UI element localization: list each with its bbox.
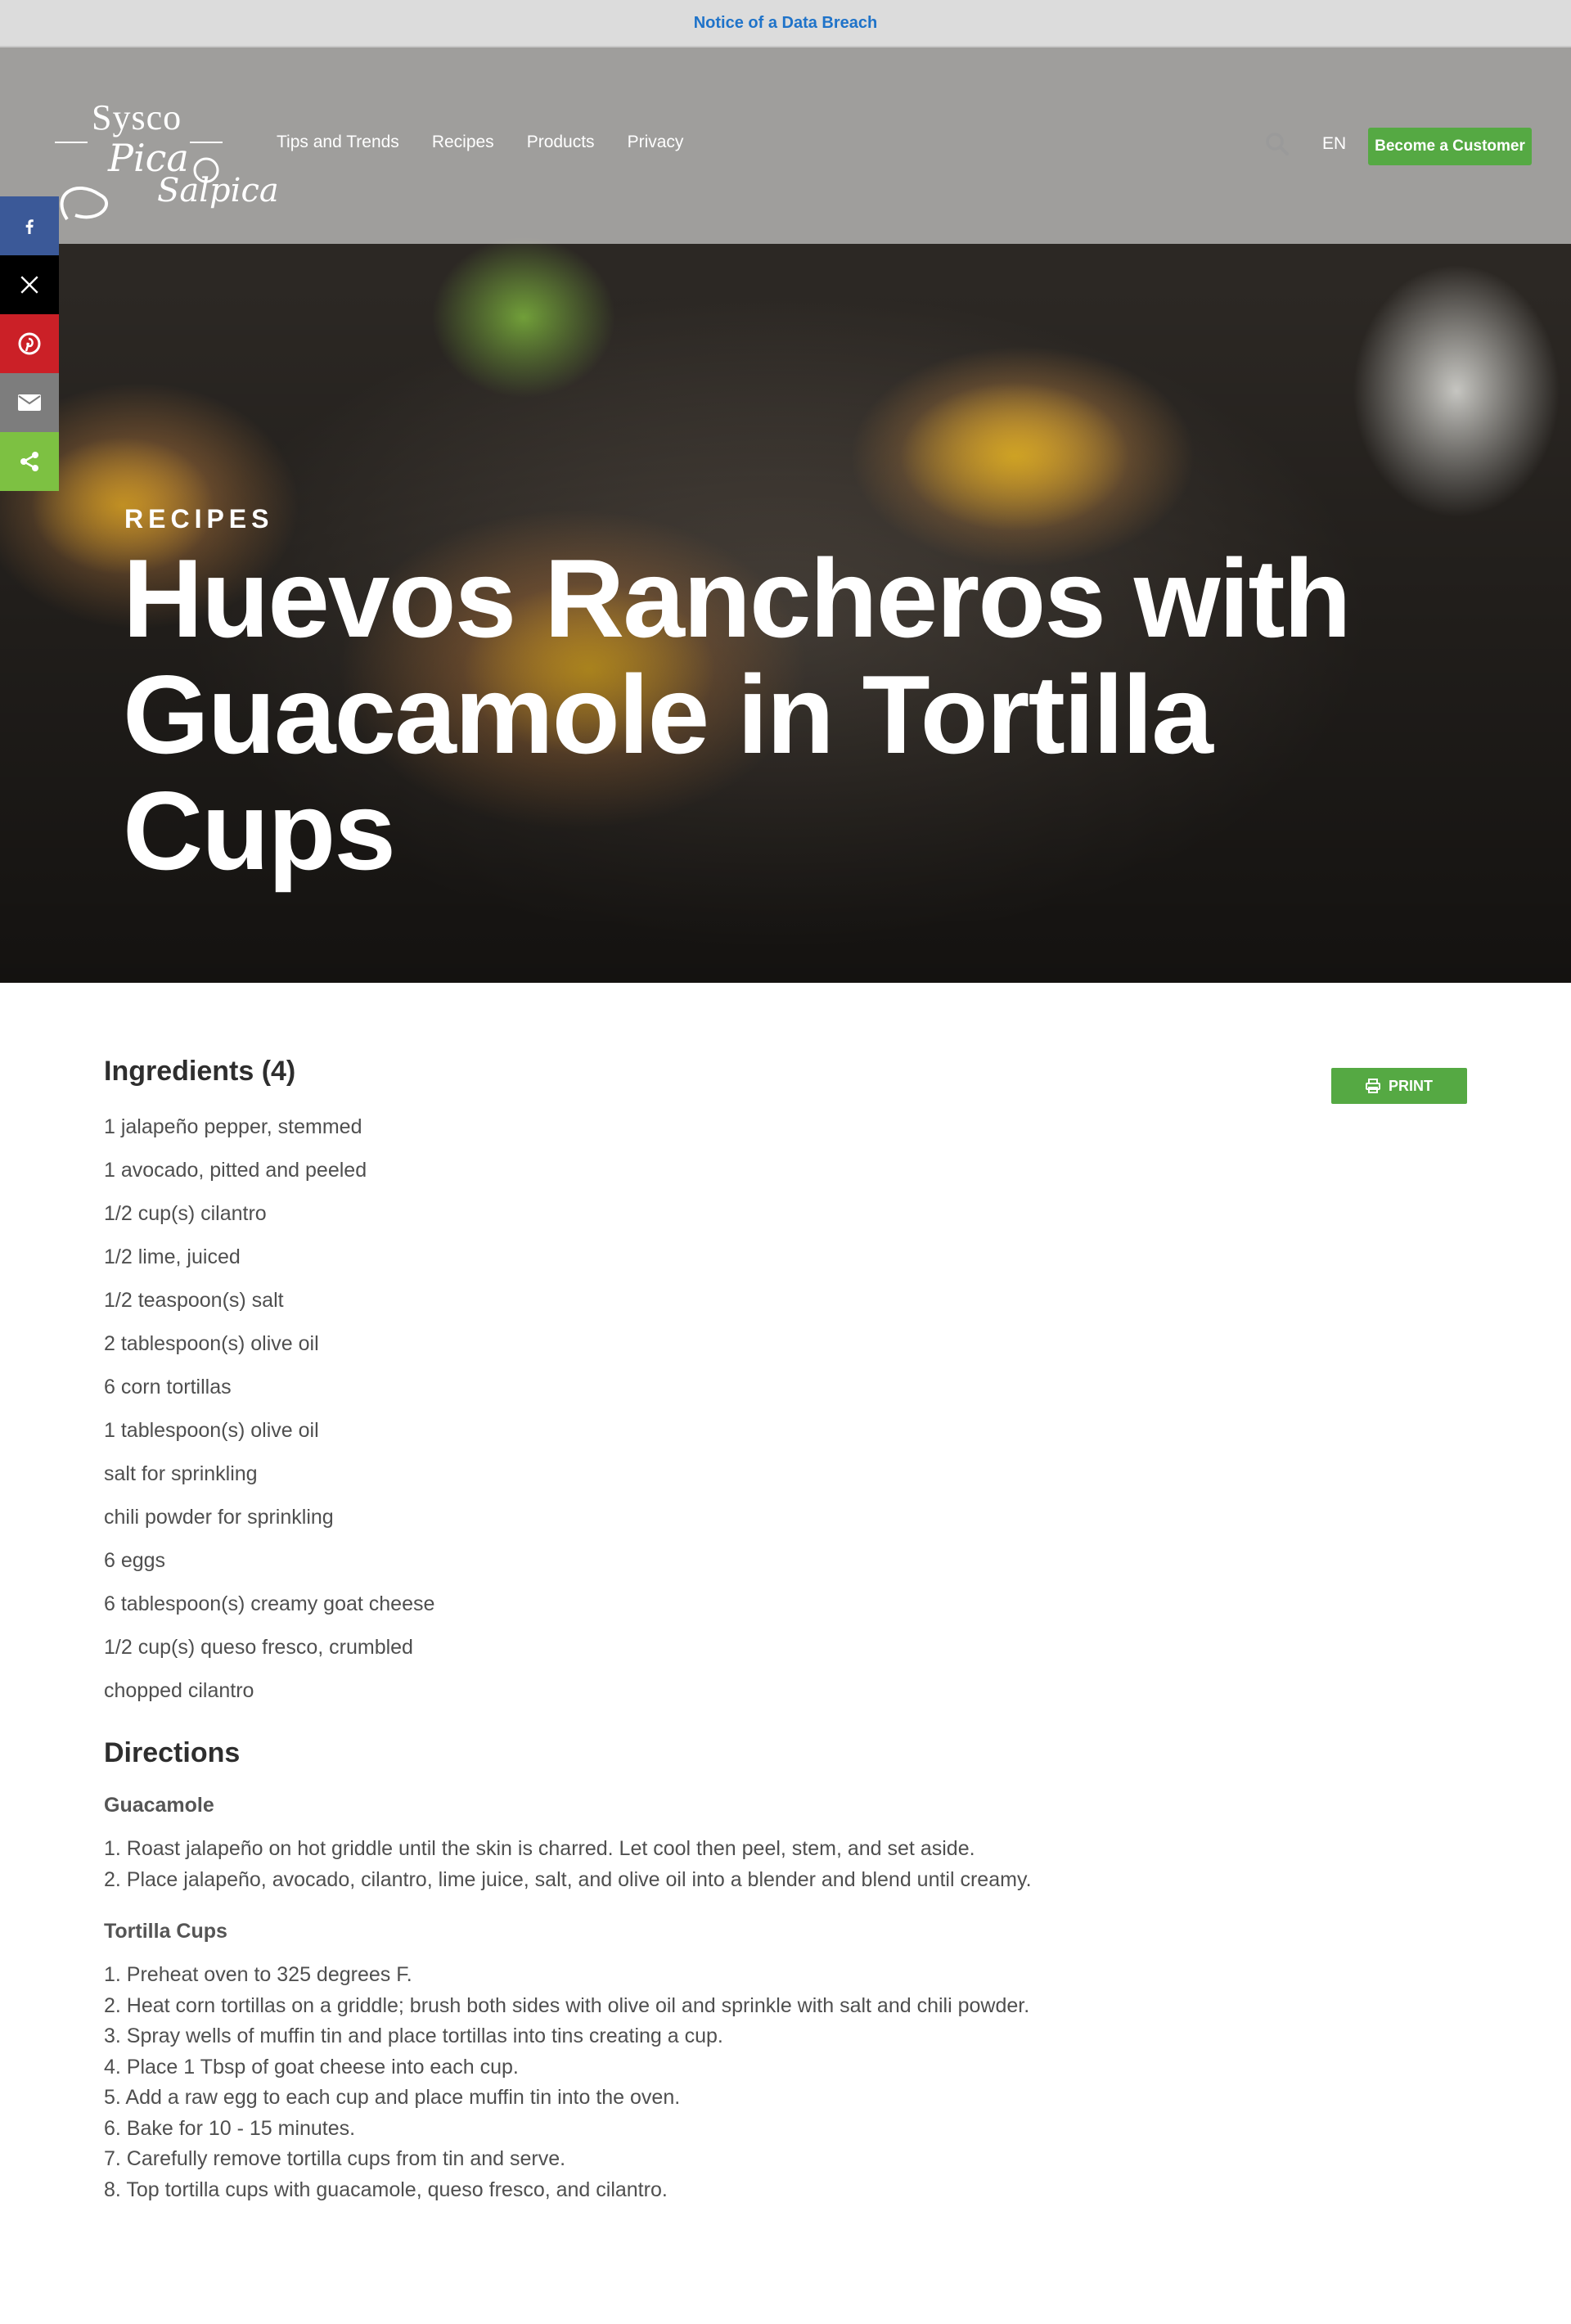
- ingredient-item: 6 tablespoon(s) creamy goat cheese: [104, 1592, 435, 1615]
- share-sidebar: [0, 196, 59, 491]
- x-icon: [20, 276, 38, 294]
- logo-brand-text: Sysco: [92, 97, 182, 137]
- ingredient-item: 1 tablespoon(s) olive oil: [104, 1419, 319, 1442]
- tortilla-cups-steps: 1. Preheat oven to 325 degrees F. 2. Hea…: [104, 1960, 1470, 2205]
- direction-step: 3. Spray wells of muffin tin and place t…: [104, 2024, 723, 2047]
- ingredient-item: chili powder for sprinkling: [104, 1506, 334, 1529]
- direction-step: 2. Place jalapeño, avocado, cilantro, li…: [104, 1867, 1032, 1891]
- directions-section-title: Guacamole: [104, 1794, 214, 1817]
- print-button[interactable]: PRINT: [1331, 1068, 1467, 1104]
- direction-step: 7. Carefully remove tortilla cups from t…: [104, 2147, 566, 2170]
- facebook-share-button[interactable]: [0, 196, 59, 255]
- x-share-button[interactable]: [0, 255, 59, 314]
- site-header: Sysco Pica Salpica Tips and Trends Recip…: [0, 47, 1571, 244]
- page-title: Huevos Rancheros with Guacamole in Torti…: [123, 536, 1352, 893]
- nav-item-products[interactable]: Products: [527, 133, 595, 152]
- ingredient-item: salt for sprinkling: [104, 1462, 258, 1485]
- ingredient-item: 2 tablespoon(s) olive oil: [104, 1332, 319, 1355]
- ingredient-item: 1/2 cup(s) queso fresco, crumbled: [104, 1636, 413, 1659]
- ingredient-item: 1/2 teaspoon(s) salt: [104, 1289, 284, 1312]
- email-icon: [18, 394, 41, 411]
- hero-kicker: RECIPES: [124, 504, 274, 534]
- direction-step: 5. Add a raw egg to each cup and place m…: [104, 2086, 681, 2109]
- directions-heading: Directions: [104, 1737, 241, 1768]
- ingredient-item: 6 eggs: [104, 1549, 166, 1572]
- ingredient-item: 1 jalapeño pepper, stemmed: [104, 1115, 362, 1138]
- printer-icon: [1366, 1079, 1380, 1093]
- ingredients-heading: Ingredients (4): [104, 1056, 296, 1087]
- direction-step: 1. Preheat oven to 325 degrees F.: [104, 1963, 412, 1986]
- logo-script-line2: Salpica: [157, 172, 279, 209]
- data-breach-notice-link[interactable]: Notice of a Data Breach: [694, 14, 878, 33]
- direction-step: 2. Heat corn tortillas on a griddle; bru…: [104, 1993, 1030, 2017]
- ingredients-list: 1 jalapeño pepper, stemmed 1 avocado, pi…: [104, 1106, 1470, 1713]
- direction-step: 8. Top tortilla cups with guacamole, que…: [104, 2178, 668, 2201]
- nav-item-recipes[interactable]: Recipes: [432, 133, 494, 152]
- ingredient-item: 1/2 cup(s) cilantro: [104, 1202, 267, 1225]
- main-nav: Tips and Trends Recipes Products Privacy: [277, 133, 683, 152]
- nav-item-privacy[interactable]: Privacy: [628, 133, 684, 152]
- print-label: PRINT: [1389, 1077, 1433, 1094]
- language-selector[interactable]: EN: [1322, 134, 1346, 154]
- ingredient-item: chopped cilantro: [104, 1679, 254, 1702]
- generic-share-button[interactable]: [0, 432, 59, 491]
- pinterest-icon: [18, 332, 41, 355]
- become-customer-button[interactable]: Become a Customer: [1368, 128, 1532, 165]
- site-logo[interactable]: Sysco Pica Salpica: [51, 80, 279, 227]
- ingredient-item: 1/2 lime, juiced: [104, 1245, 241, 1268]
- ingredient-item: 6 corn tortillas: [104, 1376, 232, 1398]
- direction-step: 4. Place 1 Tbsp of goat cheese into each…: [104, 2055, 519, 2079]
- direction-step: 1. Roast jalapeño on hot griddle until t…: [104, 1837, 975, 1860]
- search-icon[interactable]: [1264, 131, 1290, 157]
- facebook-icon: [25, 219, 34, 234]
- directions-section-title: Tortilla Cups: [104, 1920, 227, 1943]
- guacamole-steps: 1. Roast jalapeño on hot griddle until t…: [104, 1834, 1470, 1895]
- direction-step: 6. Bake for 10 - 15 minutes.: [104, 2116, 356, 2140]
- pinterest-share-button[interactable]: [0, 314, 59, 373]
- nav-item-tips-and-trends[interactable]: Tips and Trends: [277, 133, 399, 152]
- email-share-button[interactable]: [0, 373, 59, 432]
- ingredient-item: 1 avocado, pitted and peeled: [104, 1159, 367, 1182]
- share-icon: [20, 452, 38, 471]
- notice-bar: Notice of a Data Breach: [0, 0, 1571, 47]
- recipe-content: Ingredients (4) PRINT 1 jalapeño pepper,…: [104, 1056, 1470, 2205]
